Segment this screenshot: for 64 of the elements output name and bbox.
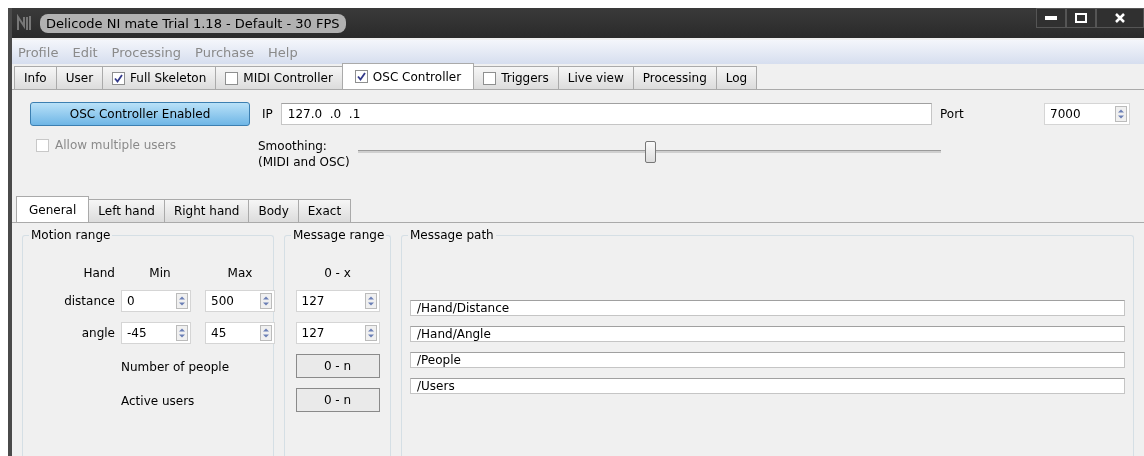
path-field[interactable]: /Hand/Distance (410, 300, 1125, 316)
tab[interactable]: Full Skeleton (102, 66, 217, 89)
enable-button[interactable]: OSC Controller Enabled (30, 102, 250, 126)
path-field[interactable]: /People (410, 352, 1125, 368)
ip-label: IP (262, 107, 273, 121)
checkbox[interactable] (483, 71, 497, 85)
minimize-button[interactable] (1036, 8, 1066, 28)
checkbox[interactable] (225, 71, 239, 85)
close-button[interactable] (1096, 8, 1144, 28)
group-title: Motion range (29, 228, 113, 242)
column-header: Min (148, 266, 172, 280)
tab[interactable]: User (55, 66, 104, 89)
slider-thumb[interactable] (644, 141, 656, 163)
range-display: 0 - n (295, 388, 380, 412)
group-title: Message range (291, 228, 387, 242)
tab[interactable]: OSC Controller (341, 63, 475, 89)
column-header: Max (226, 266, 254, 280)
note-label: Number of people (121, 359, 231, 376)
tab[interactable]: Left hand (88, 199, 165, 222)
column-header: 0 - x (324, 266, 351, 280)
tab[interactable]: Right hand (163, 199, 250, 222)
spin-arrows-icon[interactable] (364, 293, 377, 309)
spin-arrows-icon[interactable] (176, 293, 188, 309)
checkbox[interactable] (354, 70, 368, 83)
spin-arrows-icon[interactable] (260, 325, 272, 341)
tab[interactable]: Processing (632, 66, 717, 89)
spin-arrows-icon[interactable] (1115, 106, 1127, 122)
row-label: distance (63, 294, 115, 308)
range-field[interactable]: 127 (295, 322, 380, 344)
tab[interactable]: Live view (557, 66, 634, 89)
tab[interactable]: Body (248, 199, 299, 222)
tab[interactable]: Triggers (473, 66, 559, 89)
port-label: Port (940, 107, 965, 121)
maximize-icon (1075, 13, 1087, 23)
tab[interactable]: General (16, 196, 90, 222)
ip-field[interactable]: 127.0 .0 .1 (280, 103, 932, 125)
row-label: angle (80, 326, 115, 340)
close-icon (1114, 12, 1126, 24)
max-field[interactable]: 45 (205, 322, 275, 344)
min-field[interactable]: 0 (121, 290, 191, 312)
note-label: Active users (121, 393, 196, 410)
maximize-button[interactable] (1066, 8, 1096, 28)
spin-arrows-icon[interactable] (260, 293, 272, 309)
range-display: 0 - n (295, 354, 380, 378)
allow-multiple-label: Allow multiple users (55, 138, 177, 152)
max-field[interactable]: 500 (205, 290, 275, 312)
app-logo-icon (16, 14, 34, 32)
spin-arrows-icon[interactable] (364, 325, 377, 341)
tab[interactable]: Exact (297, 199, 352, 222)
path-field[interactable]: /Users (410, 378, 1125, 394)
port-field[interactable]: 7000 (1044, 103, 1130, 125)
path-field[interactable]: /Hand/Angle (410, 326, 1125, 342)
tab[interactable]: Log (715, 66, 758, 89)
min-field[interactable]: -45 (121, 322, 191, 344)
tab[interactable]: Info (14, 66, 57, 89)
window-title: Delicode NI mate Trial 1.18 - Default - 30 FPS (40, 13, 346, 33)
checkbox[interactable] (112, 71, 126, 85)
column-header: Hand (82, 266, 115, 280)
smoothing-label: Smoothing: (MIDI and OSC) (258, 138, 351, 170)
group-title: Message path (408, 228, 496, 242)
tab[interactable]: MIDI Controller (215, 66, 343, 89)
minimize-icon (1045, 16, 1057, 20)
range-field[interactable]: 127 (295, 290, 380, 312)
spin-arrows-icon[interactable] (176, 325, 188, 341)
